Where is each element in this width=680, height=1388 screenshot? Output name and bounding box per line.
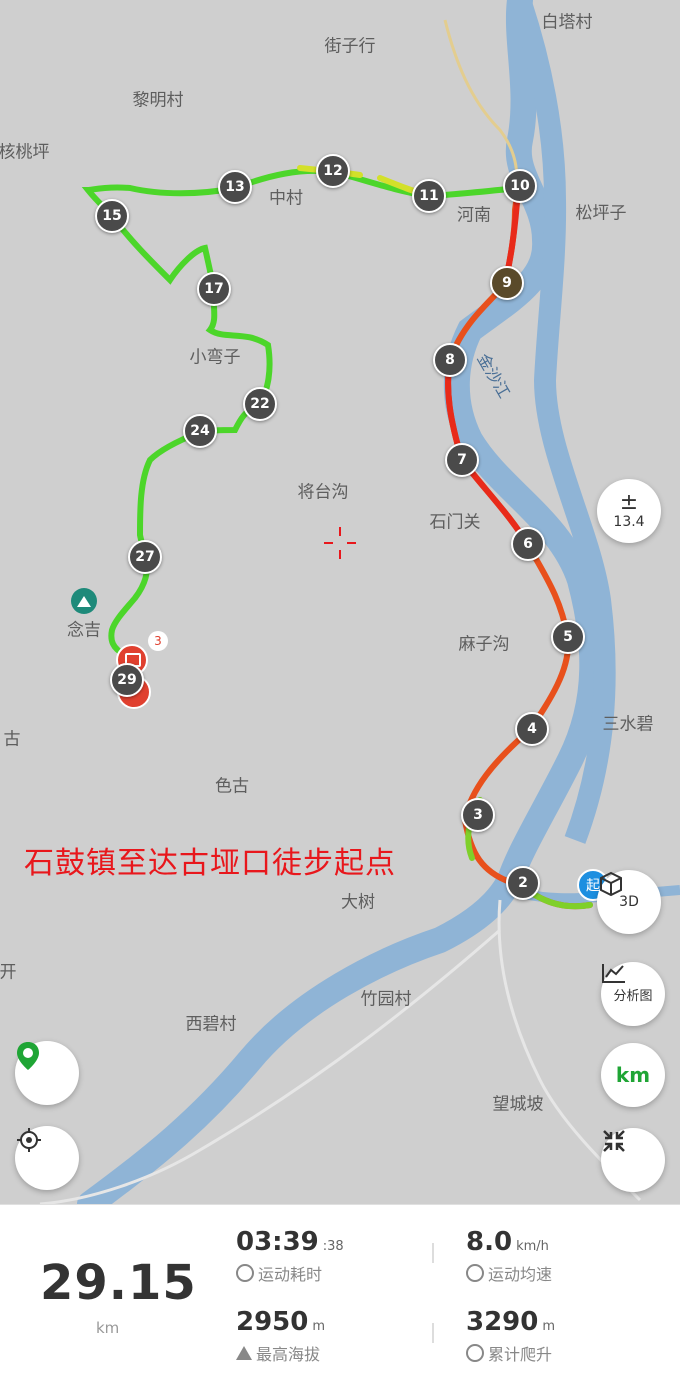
place-label: 中村 xyxy=(269,188,303,209)
climb-label: 累计爬升 xyxy=(488,1345,553,1364)
collapse-icon xyxy=(603,1130,625,1152)
speed-label: 运动均速 xyxy=(488,1265,553,1284)
place-label: 河南 xyxy=(457,205,491,226)
place-label: 将台沟 xyxy=(297,482,349,503)
altitude-stat: 2950 m 最高海拔 xyxy=(236,1307,325,1365)
km-marker[interactable]: 13 xyxy=(218,170,252,204)
distance-unit: km xyxy=(96,1319,120,1337)
total-distance: 29.15 xyxy=(40,1255,197,1311)
place-label: 黎明村 xyxy=(132,90,184,111)
km-marker[interactable]: 10 xyxy=(503,169,537,203)
place-label: 念吉 xyxy=(67,620,101,641)
km-marker[interactable]: 12 xyxy=(316,154,350,188)
km-marker[interactable]: 4 xyxy=(515,712,549,746)
km-marker[interactable]: 5 xyxy=(551,620,585,654)
place-label: 街子行 xyxy=(324,36,376,57)
map-title: 石鼓镇至达古垭口徒步起点 xyxy=(24,846,396,881)
chart-icon xyxy=(602,964,625,983)
speedometer-icon xyxy=(466,1264,484,1282)
locate-icon xyxy=(17,1128,41,1152)
km-marker[interactable]: 29 xyxy=(110,663,144,697)
place-label: 西碧村 xyxy=(185,1014,237,1035)
map-view[interactable]: 白塔村 街子行 黎明村 核桃坪 中村 河南 松坪子 小弯子 将台沟 石门关 念吉… xyxy=(0,0,680,1204)
unit-toggle-button[interactable]: km xyxy=(601,1043,665,1107)
km-marker[interactable]: 9 xyxy=(490,266,524,300)
divider xyxy=(432,1323,434,1343)
place-label: 白塔村 xyxy=(541,12,593,33)
zoom-icon: ± xyxy=(619,490,639,515)
place-label: 望城坡 xyxy=(492,1094,544,1115)
km-marker[interactable]: 27 xyxy=(128,540,162,574)
climb-value: 3290 xyxy=(466,1307,539,1337)
km-marker[interactable]: 11 xyxy=(412,179,446,213)
view-3d-button[interactable]: 3D xyxy=(597,870,661,934)
place-label: 小弯子 xyxy=(189,347,241,368)
duration-value: 03:39 xyxy=(236,1227,319,1257)
place-label: 三水碧 xyxy=(602,714,654,735)
footprint-pin-icon xyxy=(17,1042,39,1070)
place-label: 核桃坪 xyxy=(0,142,50,163)
mountain-peak-icon xyxy=(236,1346,252,1360)
speed-value: 8.0 xyxy=(466,1227,513,1257)
road-west xyxy=(39,928,501,1204)
climb-icon xyxy=(466,1344,484,1362)
speed-stat: 8.0 km/h 运动均速 xyxy=(466,1227,552,1285)
analysis-button[interactable]: 分析图 xyxy=(601,962,665,1026)
place-label: 大树 xyxy=(341,892,375,913)
speed-unit: km/h xyxy=(516,1239,549,1254)
map-crosshair xyxy=(324,527,356,559)
photo-count-badge: 3 xyxy=(148,631,168,651)
altitude-unit: m xyxy=(312,1319,326,1334)
duration-label: 运动耗时 xyxy=(258,1265,323,1284)
km-marker[interactable]: 6 xyxy=(511,527,545,561)
altitude-value: 2950 xyxy=(236,1307,309,1337)
analysis-label: 分析图 xyxy=(613,988,653,1004)
place-label: 开 xyxy=(0,962,17,983)
zoom-level: 13.4 xyxy=(613,514,645,530)
place-label: 色古 xyxy=(215,776,249,797)
mountain-icon xyxy=(71,588,97,614)
stopwatch-icon xyxy=(236,1264,254,1282)
place-label: 松坪子 xyxy=(575,203,627,224)
place-label: 古 xyxy=(3,729,21,750)
km-marker[interactable]: 7 xyxy=(445,443,479,477)
place-label: 麻子沟 xyxy=(458,634,510,655)
km-marker[interactable]: 15 xyxy=(95,199,129,233)
km-marker[interactable]: 24 xyxy=(183,414,217,448)
km-marker[interactable]: 22 xyxy=(243,387,277,421)
altitude-label: 最高海拔 xyxy=(256,1345,321,1364)
stats-panel: 29.15 km 03:39:38 运动耗时 8.0 km/h 运动均速 2950… xyxy=(0,1204,680,1388)
cube-icon xyxy=(600,871,622,897)
road xyxy=(443,19,519,201)
km-marker[interactable]: 2 xyxy=(506,866,540,900)
km-marker[interactable]: 17 xyxy=(197,272,231,306)
place-label: 竹园村 xyxy=(360,989,412,1010)
place-label: 石门关 xyxy=(429,512,481,533)
collapse-button[interactable] xyxy=(601,1128,665,1192)
km-marker[interactable]: 8 xyxy=(433,343,467,377)
zoom-control[interactable]: ± 13.4 xyxy=(597,479,661,543)
climb-stat: 3290 m 累计爬升 xyxy=(466,1307,555,1365)
footprint-button[interactable] xyxy=(15,1041,79,1105)
km-marker[interactable]: 3 xyxy=(461,798,495,832)
climb-unit: m xyxy=(542,1319,556,1334)
duration-seconds: :38 xyxy=(322,1239,344,1254)
duration-stat: 03:39:38 运动耗时 xyxy=(236,1227,344,1285)
divider xyxy=(432,1243,434,1263)
locate-button[interactable] xyxy=(15,1126,79,1190)
